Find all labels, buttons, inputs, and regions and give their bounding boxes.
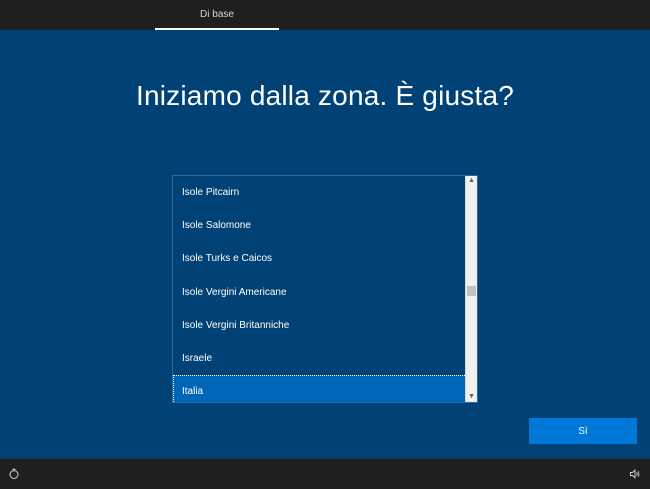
list-item[interactable]: Isole Pitcairn [173, 176, 467, 209]
list-item[interactable]: Isole Salomone [173, 209, 467, 242]
list-item[interactable]: Israele [173, 342, 467, 375]
scroll-down-arrow-icon[interactable]: ▼ [466, 392, 477, 402]
region-list[interactable]: Isole Pitcairn Isole Salomone Isole Turks … [172, 175, 478, 403]
list-item-selected[interactable]: Italia [173, 375, 467, 402]
setup-panel: Iniziamo dalla zona. È giusta? Isole Pit… [0, 30, 650, 459]
ease-of-access-icon[interactable] [8, 468, 20, 480]
region-list-items: Isole Pitcairn Isole Salomone Isole Turks … [173, 176, 467, 402]
yes-button[interactable]: Sì [529, 418, 637, 444]
volume-icon[interactable] [629, 468, 641, 480]
page-title: Iniziamo dalla zona. È giusta? [136, 80, 514, 111]
scroll-thumb[interactable] [467, 286, 476, 296]
tab-basics: Di base [155, 0, 279, 30]
scroll-up-arrow-icon[interactable]: ▲ [466, 176, 477, 186]
list-item[interactable]: Isole Vergini Britanniche [173, 309, 467, 342]
region-list-scrollbar[interactable]: ▲ ▼ [465, 176, 477, 402]
list-item[interactable]: Isole Turks e Caicos [173, 242, 467, 275]
list-item[interactable]: Isole Vergini Americane [173, 276, 467, 309]
bottom-bar [0, 459, 650, 489]
scroll-track[interactable] [466, 186, 477, 392]
top-bar: Di base [0, 0, 650, 30]
